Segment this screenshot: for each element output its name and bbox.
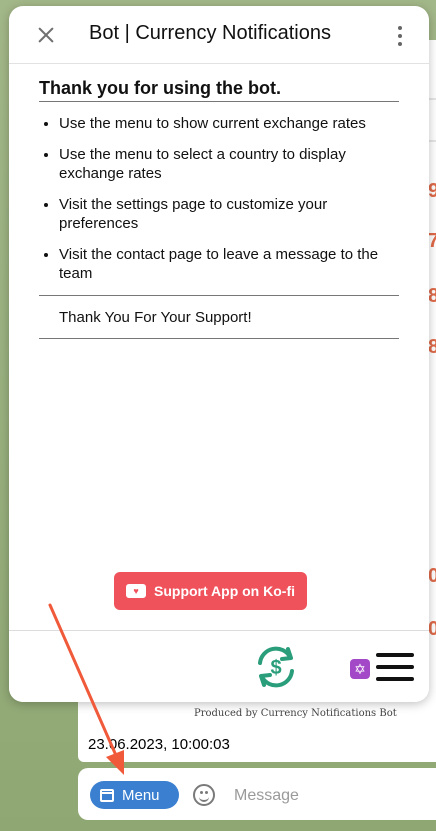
hamburger-menu-icon[interactable] [376,653,414,681]
svg-text:$: $ [270,657,281,679]
kofi-cup-icon: ♥ [126,584,146,598]
kofi-label: Support App on Ko-fi [154,583,295,599]
bottom-navigation: $ ✡ [9,630,429,702]
menu-button-label: Menu [122,786,160,804]
thanks-message: Thank You For Your Support! [39,296,399,339]
close-icon[interactable] [35,24,57,46]
page-heading: Thank you for using the bot. [39,78,399,102]
webapp-modal: Bot | Currency Notifications Thank you f… [9,6,429,702]
produced-by-caption: Produced by Currency Notifications Bot [194,708,397,719]
list-item: Visit the settings page to customize you… [59,195,399,233]
message-input[interactable] [232,782,426,810]
peek-value: 8 [428,336,436,358]
peek-value: 8 [428,285,436,307]
menu-button[interactable]: Menu [90,781,179,809]
modal-content: Thank you for using the bot. Use the men… [9,64,429,339]
peek-value: 7 [428,230,436,252]
instructions-list: Use the menu to show current exchange ra… [39,114,399,283]
star-of-david-icon[interactable]: ✡ [350,659,370,679]
window-icon [100,788,114,802]
currency-exchange-icon[interactable]: $ [252,643,300,691]
modal-header: Bot | Currency Notifications [9,6,429,64]
list-item: Visit the contact page to leave a messag… [59,245,399,283]
peek-value: 0 [428,618,436,640]
peek-value: 0 [428,565,436,587]
more-options-icon[interactable] [397,26,403,46]
emoji-icon[interactable] [193,784,215,806]
peek-value: 9 [428,180,436,202]
list-item: Use the menu to select a country to disp… [59,145,399,183]
kofi-support-button[interactable]: ♥ Support App on Ko-fi [114,572,307,610]
message-composer: Menu [78,768,436,820]
modal-title: Bot | Currency Notifications [89,22,331,44]
message-timestamp: 23.06.2023, 10:00:03 [88,736,230,753]
list-item: Use the menu to show current exchange ra… [59,114,399,133]
